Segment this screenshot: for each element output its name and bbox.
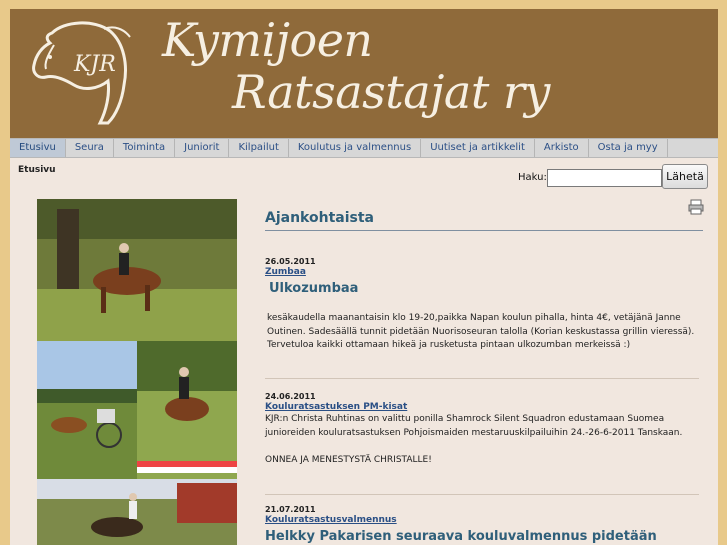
nav-item-juniorit[interactable]: Juniorit [175, 139, 230, 157]
news-divider [265, 494, 699, 495]
nav-item-seura[interactable]: Seura [66, 139, 114, 157]
news-headline: Helkky Pakarisen seuraava kouluvalmennus… [265, 529, 657, 544]
nav-item-kilpailut[interactable]: Kilpailut [229, 139, 289, 157]
news-item: 24.06.2011 Kouluratsastuksen PM-kisat KJ… [265, 392, 705, 468]
site-title-line2: Ratsastajat ry [232, 65, 550, 119]
section-title: Ajankohtaista [265, 210, 374, 226]
title-divider [265, 230, 703, 231]
news-divider [265, 378, 699, 379]
nav-item-uutiset[interactable]: Uutiset ja artikkelit [421, 139, 535, 157]
nav-item-osta-ja-myy[interactable]: Osta ja myy [589, 139, 668, 157]
news-link-pm-kisat[interactable]: Kouluratsastuksen PM-kisat [265, 402, 705, 412]
nav-item-etusivu[interactable]: Etusivu [10, 139, 66, 157]
news-item: 26.05.2011 Zumbaa Ulkozumbaa kesäkaudell… [265, 257, 705, 353]
search-label: Haku: [518, 172, 547, 183]
page-frame: KJR Kymijoen Ratsastajat ry Etusivu Seur… [10, 9, 718, 545]
horse-photo-collage [37, 199, 237, 545]
news-link-kouluratsastusvalmennus[interactable]: Kouluratsastusvalmennus [265, 515, 705, 525]
news-link-zumbaa[interactable]: Zumbaa [265, 267, 705, 277]
news-date: 24.06.2011 [265, 392, 316, 401]
nav-item-arkisto[interactable]: Arkisto [535, 139, 589, 157]
svg-text:KJR: KJR [73, 52, 116, 77]
site-title-line1: Kymijoen [162, 13, 373, 67]
news-date: 26.05.2011 [265, 257, 316, 266]
search-input[interactable] [547, 169, 662, 187]
main-navigation: Etusivu Seura Toiminta Juniorit Kilpailu… [10, 138, 718, 158]
nav-item-toiminta[interactable]: Toiminta [114, 139, 176, 157]
news-body-congrats: ONNEA JA MENESTYSTÄ CHRISTALLE! [265, 455, 432, 465]
news-body: KJR:n Christa Ruhtinas on valittu ponill… [265, 414, 683, 438]
site-banner: KJR Kymijoen Ratsastajat ry [10, 9, 718, 138]
news-date: 21.07.2011 [265, 505, 316, 514]
nav-item-koulutus[interactable]: Koulutus ja valmennus [289, 139, 422, 157]
breadcrumb: Etusivu [18, 165, 56, 175]
horse-logo[interactable]: KJR [24, 15, 136, 127]
news-item: 21.07.2011 Kouluratsastusvalmennus Helkk… [265, 505, 705, 545]
printer-icon[interactable] [688, 199, 704, 215]
search-submit-button[interactable]: Lähetä [662, 164, 708, 189]
news-body: kesäkaudella maanantaisin klo 19-20,paik… [267, 313, 695, 350]
news-headline: Ulkozumbaa [269, 281, 359, 296]
